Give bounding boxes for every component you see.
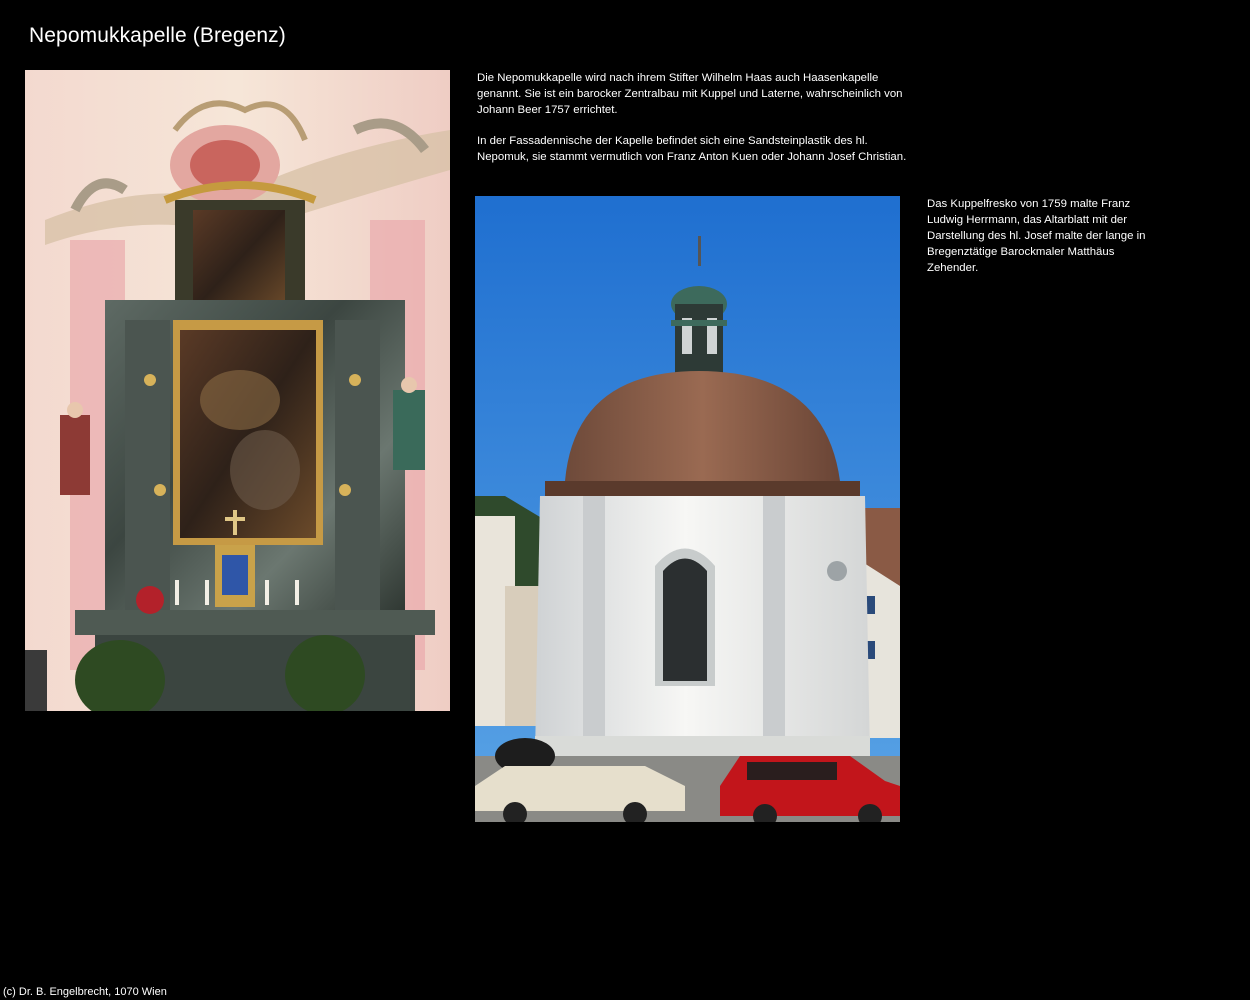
altar-photo[interactable] <box>25 70 450 711</box>
copyright-footer: (c) Dr. B. Engelbrecht, 1070 Wien <box>3 986 167 998</box>
page-title: Nepomukkapelle (Bregenz) <box>29 24 286 47</box>
intro-paragraph-2: In der Fassadennische der Kapelle befind… <box>477 135 907 163</box>
intro-text: Die Nepomukkapelle wird nach ihrem Stift… <box>477 70 917 180</box>
intro-paragraph-1: Die Nepomukkapelle wird nach ihrem Stift… <box>477 72 903 116</box>
chapel-photo-image <box>475 196 900 822</box>
altar-photo-image <box>25 70 450 711</box>
fresko-paragraph: Das Kuppelfresko von 1759 malte Franz Lu… <box>927 198 1146 274</box>
chapel-photo[interactable] <box>475 196 900 822</box>
fresko-text: Das Kuppelfresko von 1759 malte Franz Lu… <box>927 196 1152 291</box>
